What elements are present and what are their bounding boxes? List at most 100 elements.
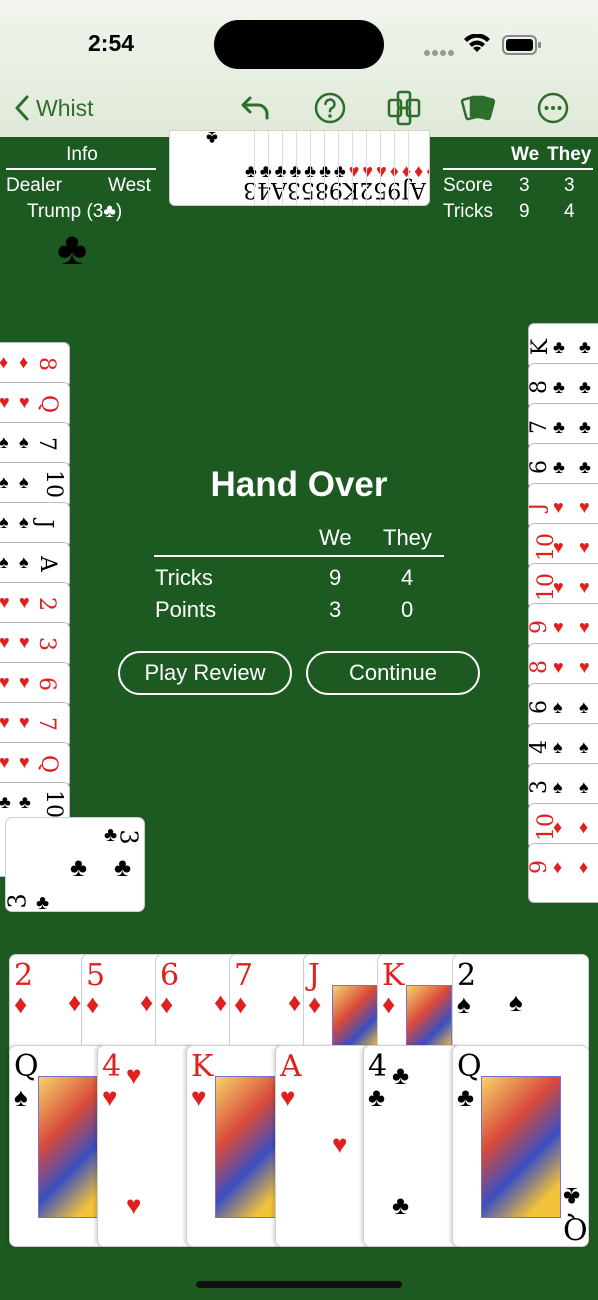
south-card-suit: ♥: [280, 1082, 296, 1112]
south-card-suit: ♦: [14, 989, 28, 1019]
west-card-suit: ♦: [0, 349, 8, 375]
east-card-suit: ♥: [553, 577, 564, 597]
east-card-suit: ♥: [579, 617, 590, 637]
hint-button[interactable]: [384, 88, 424, 128]
south-card-rank: Q: [563, 1210, 588, 1245]
south-card-pip: ♦: [214, 987, 228, 1017]
east-card-suit: ♥: [579, 577, 590, 597]
result-tricks-we: 9: [329, 565, 342, 590]
play-review-button[interactable]: Play Review: [118, 651, 292, 695]
east-card-rank: 9: [528, 860, 552, 874]
south-card-suit: ♦: [234, 989, 248, 1019]
dealer-label: Dealer: [6, 175, 62, 196]
west-card-rank: 2: [34, 597, 59, 611]
west-card-rank: 3: [34, 637, 59, 651]
west-card-suit: ♥: [0, 392, 10, 412]
result-col-they: They: [383, 525, 432, 550]
score-row-label: Score: [443, 175, 493, 196]
south-card-pip: ♥: [126, 1060, 142, 1090]
south-card[interactable]: Q ♠: [9, 1045, 109, 1247]
east-card-suit: ♠: [553, 737, 563, 757]
east-card-suit: ♥: [579, 537, 590, 557]
trump-suit-icon: ♣: [57, 222, 88, 274]
east-card-rank: 7: [528, 420, 552, 434]
dynamic-island: [214, 20, 384, 69]
trump-label: Trump (3♣): [27, 201, 123, 222]
east-card-suit: ♥: [553, 617, 564, 637]
west-card-suit: ♥: [0, 752, 10, 772]
south-card-rank: 2: [14, 958, 34, 993]
west-card-rank: J: [31, 519, 57, 529]
south-card-suit: ♣: [368, 1082, 386, 1112]
card-cross-icon: [387, 90, 421, 126]
east-card-suit: ♦: [579, 857, 589, 877]
west-card-suit: ♠: [0, 509, 9, 535]
south-card[interactable]: Q ♣ Q ♣: [452, 1045, 589, 1247]
continue-button[interactable]: Continue: [306, 651, 480, 695]
result-points-label: Points: [155, 597, 217, 622]
tricks-row-we: 9: [519, 201, 530, 222]
south-card-suit: ♠: [14, 1082, 28, 1112]
played-card-rank: 3: [114, 829, 143, 845]
played-card-pip: ♣: [114, 852, 132, 882]
result-tricks-they: 4: [401, 565, 414, 590]
east-card-rank: 8: [528, 380, 552, 394]
south-card-rank: K: [191, 1049, 214, 1084]
info-divider: [6, 168, 156, 170]
undo-button[interactable]: [236, 88, 276, 128]
east-card-suit: ♣: [553, 417, 565, 437]
back-button[interactable]: Whist: [14, 88, 94, 128]
west-card-suit: ♠: [0, 429, 9, 455]
east-card-suit: ♠: [579, 777, 589, 797]
west-card-rank: 10: [41, 790, 66, 818]
east-card-rank: 9: [528, 620, 552, 634]
wifi-icon: [463, 33, 491, 59]
cards-button[interactable]: [458, 88, 498, 128]
west-card-rank: 6: [34, 677, 59, 691]
south-card-rank: 4: [368, 1049, 388, 1084]
west-card-suit: ♥: [19, 392, 30, 412]
south-card-rank: 4: [102, 1049, 122, 1084]
south-card[interactable]: 4 ♥ ♥ ♥: [97, 1045, 197, 1247]
west-card-suit: ♠: [19, 552, 29, 572]
east-card-suit: ♣: [579, 417, 591, 437]
score-col-we: We: [511, 144, 540, 165]
south-card[interactable]: A ♥ ♥: [275, 1045, 375, 1247]
south-card-pip: ♦: [288, 987, 302, 1017]
south-card-rank: A: [280, 1049, 302, 1084]
west-card-suit: ♥: [0, 712, 10, 732]
status-time: 2:54: [88, 30, 135, 56]
played-card-rank: 3: [5, 893, 32, 909]
south-card[interactable]: 4 ♣ ♣ ♣: [363, 1045, 463, 1247]
west-card-suit: ♥: [19, 632, 30, 652]
question-circle-icon: [314, 92, 346, 124]
north-rank-row: AJ952K9853A43: [242, 177, 426, 202]
west-card-suit: ♥: [19, 752, 30, 772]
cards-fan-icon: [460, 95, 496, 121]
info-title: Info: [66, 144, 98, 165]
south-card-pip: ♦: [68, 987, 82, 1017]
west-card-suit: ♥: [19, 672, 30, 692]
south-card-rank: 5: [86, 958, 106, 993]
help-button[interactable]: [310, 88, 350, 128]
south-card-suit: ♥: [191, 1082, 207, 1112]
east-card-rank: 8: [528, 660, 552, 674]
west-card-suit: ♥: [0, 672, 10, 692]
south-card-rank: Q: [457, 1049, 482, 1084]
west-card-suit: ♠: [19, 432, 29, 452]
west-card-suit: ♥: [0, 632, 10, 652]
south-card[interactable]: K ♥: [186, 1045, 286, 1247]
more-button[interactable]: [533, 88, 573, 128]
result-points-we: 3: [329, 597, 342, 622]
south-card-pip: ♦: [140, 987, 154, 1017]
west-card-suit: ♥: [19, 592, 30, 612]
east-card-suit: ♠: [553, 697, 563, 717]
dealer-value: West: [108, 175, 151, 196]
south-card-suit: ♦: [382, 989, 396, 1019]
west-card-suit: ♦: [19, 352, 29, 372]
east-card-suit: ♠: [579, 737, 589, 757]
ellipsis-circle-icon: [537, 92, 569, 124]
east-card-suit: ♦: [579, 817, 589, 837]
east-card-rank: 3: [528, 780, 552, 794]
south-card-pip: ♣: [392, 1060, 410, 1090]
